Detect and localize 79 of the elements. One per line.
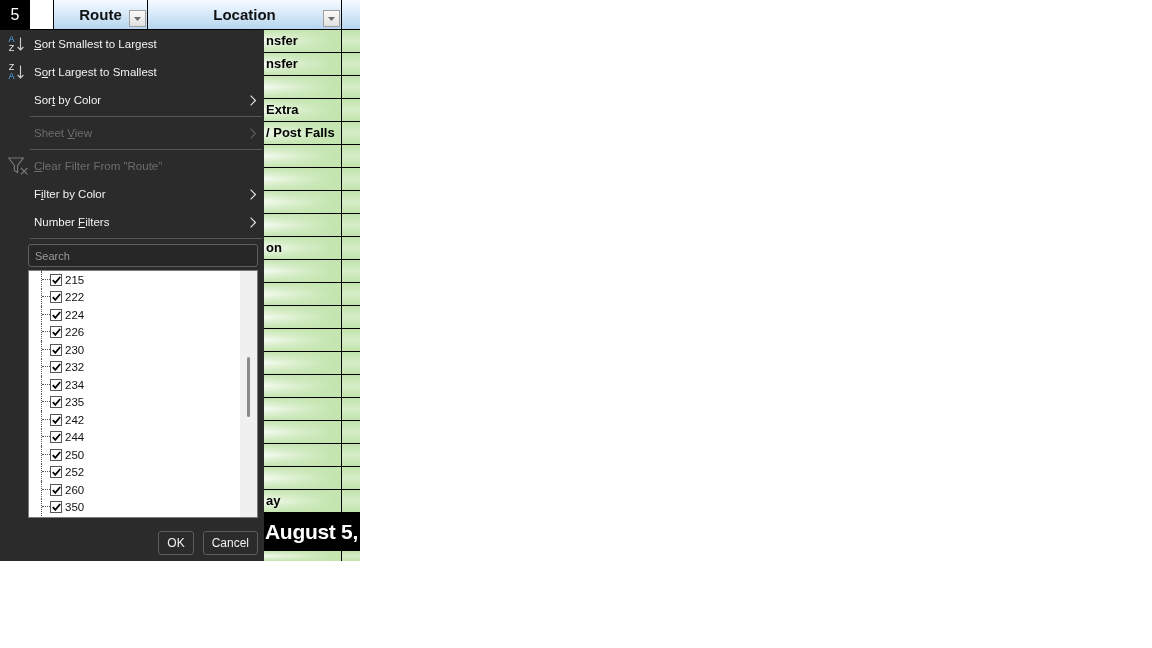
- value-label[interactable]: 252: [65, 466, 85, 479]
- table-cell: [342, 467, 360, 490]
- value-label[interactable]: 250: [65, 448, 85, 461]
- table-cell: [342, 191, 360, 214]
- ok-button[interactable]: OK: [158, 531, 194, 555]
- value-label[interactable]: 235: [65, 396, 85, 409]
- value-label[interactable]: 222: [65, 291, 85, 304]
- table-cell: [342, 53, 360, 76]
- date-heading: August 5,: [264, 513, 360, 551]
- row-header[interactable]: 5: [0, 0, 30, 30]
- table-cell: Extra: [264, 99, 342, 122]
- table-cell: [342, 30, 360, 53]
- chevron-right-icon: [250, 188, 256, 200]
- scrollbar[interactable]: [240, 271, 257, 517]
- value-label[interactable]: 226: [65, 326, 85, 339]
- search-field[interactable]: Search: [28, 244, 258, 267]
- table-cell: [342, 329, 360, 352]
- caret-icon: [134, 16, 141, 21]
- column-header-label: Location: [212, 6, 277, 23]
- value-label[interactable]: 215: [65, 273, 85, 286]
- menu-item[interactable]: Number Filters: [0, 208, 264, 236]
- cancel-button[interactable]: Cancel: [202, 531, 258, 555]
- table-cell: nsfer: [264, 53, 342, 76]
- filter-dropdown-button[interactable]: [129, 10, 146, 27]
- checkbox[interactable]: [50, 448, 62, 461]
- filter-dropdown-button[interactable]: [323, 10, 340, 27]
- value-label[interactable]: 234: [65, 378, 85, 391]
- menu-item[interactable]: A Z Sort Smallest to Largest: [0, 30, 264, 58]
- table-cell: [342, 352, 360, 375]
- value-label[interactable]: 260: [65, 483, 85, 496]
- value-label[interactable]: 232: [65, 361, 85, 374]
- checkbox[interactable]: [50, 413, 62, 426]
- table-cell: [342, 306, 360, 329]
- table-cell: nsfer: [264, 30, 342, 53]
- checkbox[interactable]: [50, 273, 62, 286]
- table-cell: [342, 551, 360, 561]
- checkbox[interactable]: [50, 343, 62, 356]
- table-cell: / Post Falls: [264, 122, 342, 145]
- checkbox[interactable]: [50, 396, 62, 409]
- checkbox[interactable]: [50, 431, 62, 444]
- checkbox[interactable]: [50, 466, 62, 479]
- table-cell: [342, 99, 360, 122]
- column-header-label: Route: [78, 6, 123, 23]
- checkbox[interactable]: [50, 378, 62, 391]
- menu-item[interactable]: Sort by Color: [0, 86, 264, 114]
- table-cell: [342, 76, 360, 99]
- chevron-right-icon: [250, 94, 256, 106]
- table-cell: [342, 398, 360, 421]
- table-cell: [342, 122, 360, 145]
- menu-item[interactable]: Z A Sort Largest to Smallest: [0, 58, 264, 86]
- value-label[interactable]: 242: [65, 413, 85, 426]
- table-cell: [342, 168, 360, 191]
- value-label[interactable]: 224: [65, 308, 85, 321]
- value-label[interactable]: 230: [65, 343, 85, 356]
- table-cell: ay: [264, 490, 342, 513]
- table-cell: [342, 145, 360, 168]
- table-cell: [342, 375, 360, 398]
- caret-icon: [328, 16, 335, 21]
- checkbox[interactable]: [50, 483, 62, 496]
- table-cell: [342, 214, 360, 237]
- checkbox[interactable]: [50, 326, 62, 339]
- table-cell: [342, 490, 360, 513]
- table-cell: [342, 444, 360, 467]
- table-cell: on: [264, 237, 342, 260]
- checkbox[interactable]: [50, 361, 62, 374]
- table-cell: [342, 237, 360, 260]
- value-label[interactable]: 350: [65, 501, 85, 514]
- scrollbar-thumb[interactable]: [247, 357, 250, 417]
- checkbox[interactable]: [50, 501, 62, 514]
- table-cell: [342, 283, 360, 306]
- chevron-right-icon: [250, 216, 256, 228]
- value-label[interactable]: 244: [65, 431, 85, 444]
- chevron-right-icon: [250, 127, 256, 139]
- checkbox[interactable]: [50, 291, 62, 304]
- menu-item[interactable]: Filter by Color: [0, 180, 264, 208]
- checkbox[interactable]: [50, 308, 62, 321]
- table-cell: [342, 260, 360, 283]
- clear-filter-icon: [8, 157, 28, 175]
- table-cell: [342, 421, 360, 444]
